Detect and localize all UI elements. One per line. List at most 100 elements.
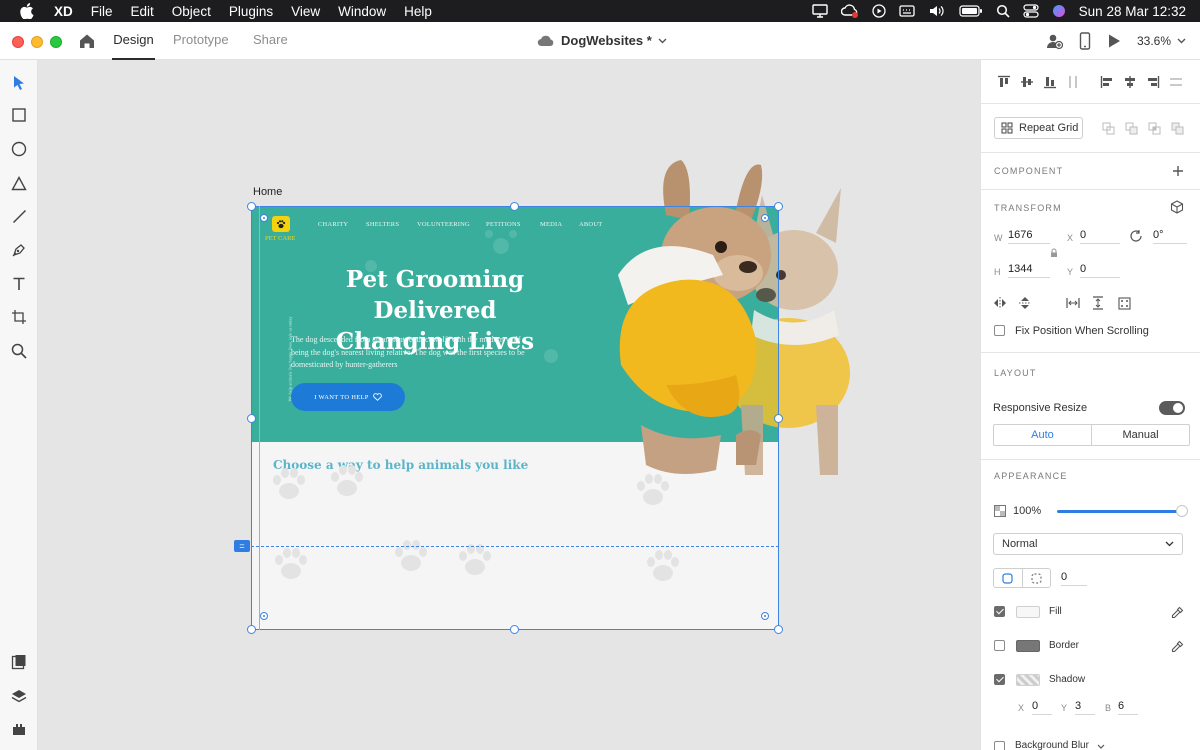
boolean-add-icon[interactable] bbox=[1101, 121, 1115, 135]
rectangle-tool-icon[interactable] bbox=[10, 106, 28, 124]
tab-design[interactable]: Design bbox=[112, 32, 155, 60]
shadow-x-input[interactable]: 0 bbox=[1032, 700, 1052, 715]
menu-clock[interactable]: Sun 28 Mar 12:32 bbox=[1079, 4, 1186, 19]
blend-mode-dropdown[interactable]: Normal bbox=[993, 533, 1183, 555]
width-input[interactable]: 1676 bbox=[1008, 229, 1050, 244]
pen-tool-icon[interactable] bbox=[10, 241, 28, 259]
resize-handle-top[interactable] bbox=[510, 202, 519, 211]
responsive-constraints-icon[interactable] bbox=[1117, 296, 1131, 310]
design-canvas[interactable]: Home PET CARE CHARITY SHELTERS VOLUNTEER… bbox=[38, 60, 980, 750]
artboard-label[interactable]: Home bbox=[253, 186, 282, 198]
3d-transform-icon[interactable] bbox=[1170, 200, 1184, 214]
close-window-button[interactable] bbox=[12, 36, 24, 48]
tab-share[interactable]: Share bbox=[253, 32, 288, 60]
play-circle-icon[interactable] bbox=[872, 4, 886, 18]
horizontal-guide[interactable] bbox=[251, 546, 779, 547]
shadow-checkbox[interactable] bbox=[994, 674, 1005, 685]
resize-handle-bottom-right[interactable] bbox=[774, 625, 783, 634]
fill-color-swatch[interactable] bbox=[1016, 606, 1040, 618]
height-input[interactable]: 1344 bbox=[1008, 263, 1050, 278]
responsive-resize-toggle[interactable] bbox=[1159, 401, 1185, 415]
align-center-icon[interactable] bbox=[1123, 75, 1137, 89]
home-icon[interactable] bbox=[78, 32, 96, 50]
menu-edit[interactable]: Edit bbox=[131, 4, 154, 19]
responsive-manual-button[interactable]: Manual bbox=[1092, 425, 1189, 445]
opacity-slider-track[interactable] bbox=[1057, 510, 1187, 513]
x-position-input[interactable]: 0 bbox=[1080, 229, 1120, 244]
corner-radius-handle[interactable] bbox=[260, 612, 268, 620]
align-left-icon[interactable] bbox=[1100, 75, 1114, 89]
shadow-color-swatch[interactable] bbox=[1016, 674, 1040, 686]
shadow-blur-input[interactable]: 6 bbox=[1118, 700, 1138, 715]
line-tool-icon[interactable] bbox=[10, 207, 28, 225]
invite-user-icon[interactable] bbox=[1045, 32, 1063, 50]
select-tool-icon[interactable] bbox=[10, 73, 28, 91]
fill-checkbox[interactable] bbox=[994, 606, 1005, 617]
rotation-input[interactable]: 0° bbox=[1153, 229, 1187, 244]
individual-corners-button[interactable] bbox=[1023, 569, 1051, 587]
maximize-window-button[interactable] bbox=[50, 36, 62, 48]
opacity-value[interactable]: 100% bbox=[1013, 505, 1041, 517]
ellipse-tool-icon[interactable] bbox=[10, 140, 28, 158]
minimize-window-button[interactable] bbox=[31, 36, 43, 48]
resize-handle-top-right[interactable] bbox=[774, 202, 783, 211]
resize-handle-right[interactable] bbox=[774, 414, 783, 423]
corner-radius-handle[interactable] bbox=[761, 612, 769, 620]
keyboard-icon[interactable] bbox=[899, 5, 915, 17]
resize-handle-bottom[interactable] bbox=[510, 625, 519, 634]
boolean-exclude-icon[interactable] bbox=[1170, 121, 1184, 135]
boolean-subtract-icon[interactable] bbox=[1124, 121, 1138, 135]
polygon-tool-icon[interactable] bbox=[10, 174, 28, 192]
creative-cloud-icon[interactable] bbox=[840, 4, 859, 18]
assets-panel-icon[interactable] bbox=[10, 653, 28, 671]
boolean-intersect-icon[interactable] bbox=[1147, 121, 1161, 135]
border-color-swatch[interactable] bbox=[1016, 640, 1040, 652]
menu-window[interactable]: Window bbox=[338, 4, 386, 19]
responsive-auto-button[interactable]: Auto bbox=[994, 425, 1092, 445]
apple-icon[interactable] bbox=[20, 3, 34, 19]
tab-prototype[interactable]: Prototype bbox=[173, 32, 229, 60]
control-center-icon[interactable] bbox=[1023, 4, 1039, 18]
distribute-horizontal-icon[interactable] bbox=[1169, 75, 1183, 89]
resize-handle-left[interactable] bbox=[247, 414, 256, 423]
play-preview-icon[interactable] bbox=[1107, 33, 1121, 49]
shadow-y-input[interactable]: 3 bbox=[1075, 700, 1095, 715]
resize-handle-top-left[interactable] bbox=[247, 202, 256, 211]
align-middle-icon[interactable] bbox=[1020, 75, 1034, 89]
y-position-input[interactable]: 0 bbox=[1080, 263, 1120, 278]
lock-aspect-icon[interactable] bbox=[1047, 246, 1061, 260]
uniform-corners-button[interactable] bbox=[994, 569, 1023, 587]
volume-icon[interactable] bbox=[928, 4, 946, 18]
menu-plugins[interactable]: Plugins bbox=[229, 4, 273, 19]
border-checkbox[interactable] bbox=[994, 640, 1005, 651]
search-icon[interactable] bbox=[996, 4, 1010, 18]
fix-position-checkbox[interactable] bbox=[994, 325, 1005, 336]
chevron-down-icon[interactable] bbox=[1097, 744, 1105, 749]
artboard-tool-icon[interactable] bbox=[10, 308, 28, 326]
battery-icon[interactable] bbox=[959, 5, 983, 17]
device-preview-icon[interactable] bbox=[1079, 32, 1091, 50]
align-bottom-icon[interactable] bbox=[1043, 75, 1057, 89]
text-tool-icon[interactable] bbox=[10, 275, 28, 293]
opacity-slider-knob[interactable] bbox=[1176, 505, 1188, 517]
background-blur-checkbox[interactable] bbox=[994, 741, 1005, 750]
flip-vertical-icon[interactable] bbox=[1018, 296, 1032, 310]
corner-radius-handle[interactable] bbox=[260, 214, 268, 222]
siri-icon[interactable] bbox=[1052, 4, 1066, 18]
zoom-tool-icon[interactable] bbox=[10, 342, 28, 360]
corner-radius-input[interactable]: 0 bbox=[1061, 571, 1087, 586]
menu-app-xd[interactable]: XD bbox=[54, 4, 73, 19]
menu-file[interactable]: File bbox=[91, 4, 113, 19]
distribute-spacing-vertical-icon[interactable] bbox=[1091, 296, 1105, 310]
eyedropper-icon[interactable] bbox=[1170, 639, 1184, 653]
flip-horizontal-icon[interactable] bbox=[993, 296, 1007, 310]
screen-share-icon[interactable] bbox=[811, 4, 828, 18]
repeat-grid-button[interactable]: Repeat Grid bbox=[994, 117, 1083, 139]
zoom-dropdown[interactable]: 33.6% bbox=[1137, 34, 1186, 48]
distribute-vertical-icon[interactable] bbox=[1066, 75, 1080, 89]
layers-panel-icon[interactable] bbox=[10, 687, 28, 705]
menu-help[interactable]: Help bbox=[404, 4, 432, 19]
plugins-panel-icon[interactable] bbox=[10, 720, 28, 738]
guide-handle[interactable]: = bbox=[234, 540, 250, 552]
add-component-icon[interactable] bbox=[1171, 164, 1185, 178]
